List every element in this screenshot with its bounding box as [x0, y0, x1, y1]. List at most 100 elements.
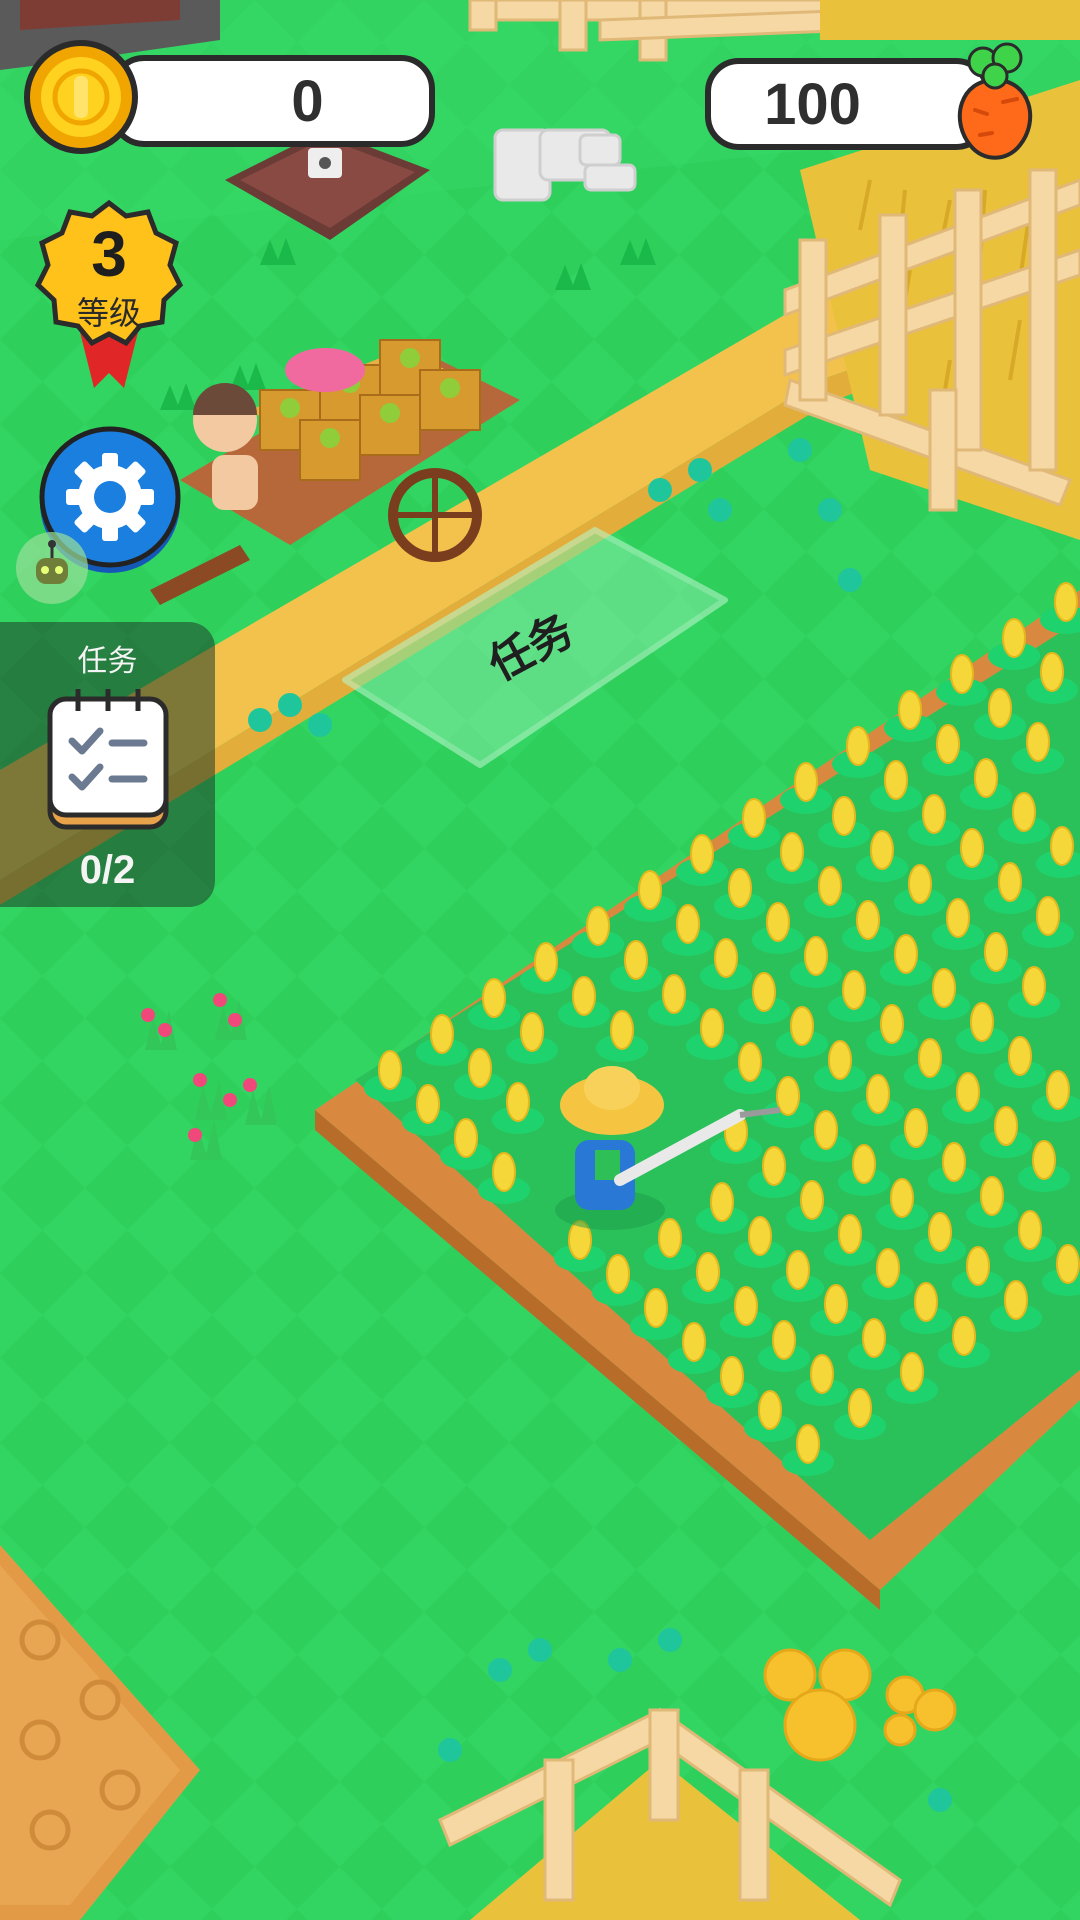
corn-cob [870, 830, 894, 870]
corn-cob [818, 866, 842, 906]
corn-cob [994, 1106, 1018, 1146]
corn-cob [772, 1320, 796, 1360]
corn-cob [832, 796, 856, 836]
corn-cob [468, 1048, 492, 1088]
corn-cob [952, 1316, 976, 1356]
coin-counter: 0 [110, 55, 435, 147]
checklist-icon[interactable] [44, 685, 172, 833]
corn-cob [776, 1076, 800, 1116]
corn-cob [908, 864, 932, 904]
corn-cob [658, 1218, 682, 1258]
corn-cob [430, 1014, 454, 1054]
corn-cob [814, 1110, 838, 1150]
corn-cob [998, 862, 1022, 902]
corn-cob [1018, 1210, 1042, 1250]
corn-cob [800, 1180, 824, 1220]
corn-cob [922, 794, 946, 834]
corn-cob [492, 1152, 516, 1192]
corn-cob [1022, 966, 1046, 1006]
corn-cob [1026, 722, 1050, 762]
corn-cob [914, 1282, 938, 1322]
corn-cob [742, 798, 766, 838]
corn-cob [1002, 618, 1026, 658]
level-number: 3 [91, 218, 127, 290]
corn-cob [790, 1006, 814, 1046]
corn-cob [856, 900, 880, 940]
corn-cob [932, 968, 956, 1008]
corn-cob [794, 762, 818, 802]
corn-cob [786, 1250, 810, 1290]
corn-cob [928, 1212, 952, 1252]
carrot-count: 100 [764, 71, 861, 137]
corn-cob [1008, 1036, 1032, 1076]
corn-cob [942, 1142, 966, 1182]
corn-cob [700, 1008, 724, 1048]
corn-cob [894, 934, 918, 974]
corn-cob [984, 932, 1008, 972]
corn-cob [1046, 1070, 1070, 1110]
corn-cob [1050, 826, 1074, 866]
corn-cob [1032, 1140, 1056, 1180]
corn-cob [572, 976, 596, 1016]
corn-cob [506, 1082, 530, 1122]
corn-cob [676, 904, 700, 944]
corn-cob [828, 1040, 852, 1080]
corn-cob [738, 1042, 762, 1082]
corn-cob [624, 940, 648, 980]
task-title: 任务 [77, 644, 138, 679]
corn-cob [796, 1424, 820, 1464]
corn-cob [766, 902, 790, 942]
corn-cob [900, 1352, 924, 1392]
corn-cob [644, 1288, 668, 1328]
corn-cob [728, 868, 752, 908]
corn-cob [956, 1072, 980, 1112]
corn-cob [714, 938, 738, 978]
corn-cob [748, 1216, 772, 1256]
corn-cob [852, 1144, 876, 1184]
corn-cob [880, 1004, 904, 1044]
coin-icon [24, 40, 138, 154]
corn-cob [780, 832, 804, 872]
corn-cob [638, 870, 662, 910]
corn-cob [980, 1176, 1004, 1216]
corn-cob [690, 834, 714, 874]
corn-cob [866, 1074, 890, 1114]
corn-cob [454, 1118, 478, 1158]
corn-cob [534, 942, 558, 982]
corn-cob [416, 1084, 440, 1124]
corn-cob [1056, 1244, 1080, 1284]
corn-cob [936, 724, 960, 764]
corn-cob [682, 1322, 706, 1362]
corn-cob [846, 726, 870, 766]
corn-cob [378, 1050, 402, 1090]
corn-cob [804, 936, 828, 976]
corn-cob [876, 1248, 900, 1288]
corn-cob [662, 974, 686, 1014]
corn-cob [710, 1182, 734, 1222]
corn-cob [1040, 652, 1064, 692]
corn-cob [520, 1012, 544, 1052]
corn-cob [904, 1108, 928, 1148]
corn-cob [758, 1390, 782, 1430]
corn-cob [838, 1214, 862, 1254]
corn-cob [848, 1388, 872, 1428]
corn-cob [1012, 792, 1036, 832]
corn-cob [762, 1146, 786, 1186]
corn-cob [966, 1246, 990, 1286]
carrot-icon [957, 42, 1033, 160]
corn-cob [586, 906, 610, 946]
corn-cob [824, 1284, 848, 1324]
corn-cob [1004, 1280, 1028, 1320]
corn-cob [810, 1354, 834, 1394]
corn-cob [960, 828, 984, 868]
helper-avatar-icon[interactable] [12, 528, 92, 608]
corn-cob [974, 758, 998, 798]
corn-cob [610, 1010, 634, 1050]
corn-cob [890, 1178, 914, 1218]
corn-cob [862, 1318, 886, 1358]
corn-cob [734, 1286, 758, 1326]
coin-count: 0 [291, 68, 324, 134]
task-progress: 0/2 [79, 848, 136, 892]
corn-cob [988, 688, 1012, 728]
corn-cob [884, 760, 908, 800]
